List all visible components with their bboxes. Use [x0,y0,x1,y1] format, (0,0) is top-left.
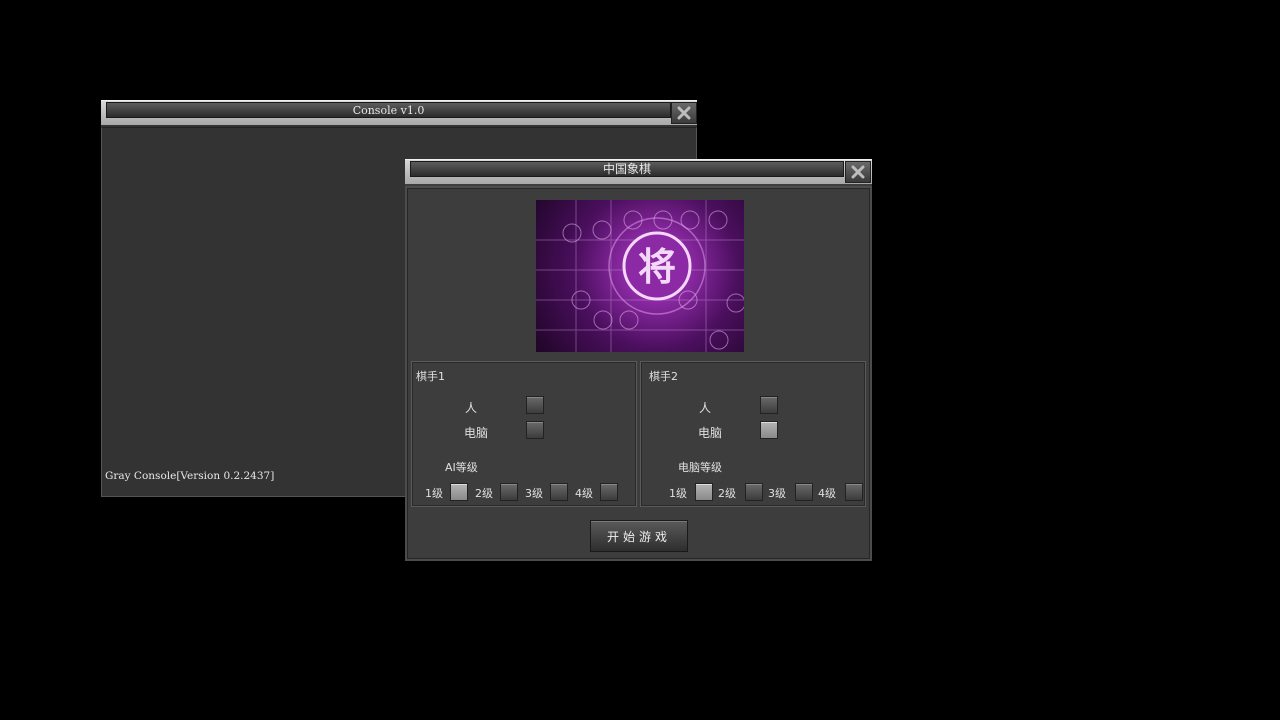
player2-level2-label: 2级 [718,487,736,500]
player1-human-label: 人 [465,401,478,415]
start-game-button[interactable]: 开始游戏 [590,520,688,552]
close-x-icon [677,106,691,120]
chess-dialog-body: 将 棋手1 人 电脑 AI等级 1级 2级 3级 4级 棋手2 人 电脑 电脑等… [405,186,872,561]
player2-level3-checkbox[interactable] [795,483,813,501]
player1-computer-label: 电脑 [464,426,489,440]
player1-level4-checkbox[interactable] [600,483,618,501]
player1-level2-label: 2级 [475,487,493,500]
chess-window: 中国象棋 将 棋手1 人 电脑 AI等级 1级 2级 3级 4级 棋手2 人 电… [405,159,872,561]
console-close-button[interactable] [671,102,697,124]
chess-logo-image: 将 [536,200,744,352]
player1-level3-label: 3级 [525,487,543,500]
player2-level-title: 电脑等级 [678,461,722,474]
player2-level4-checkbox[interactable] [845,483,863,501]
chess-title-strip: 中国象棋 [410,161,844,177]
logo-glyph: 将 [638,245,676,289]
player1-computer-checkbox[interactable] [526,421,544,439]
player1-panel: 棋手1 人 电脑 AI等级 1级 2级 3级 4级 [411,361,637,507]
player1-human-checkbox[interactable] [526,396,544,414]
player2-panel: 棋手2 人 电脑 电脑等级 1级 2级 3级 4级 [640,361,866,507]
console-title: Console v1.0 [352,104,425,117]
player2-level1-checkbox[interactable] [695,483,713,501]
player1-title: 棋手1 [416,370,445,383]
chess-title-bar[interactable]: 中国象棋 [405,159,872,184]
chess-close-button[interactable] [845,161,871,183]
player1-level-title: AI等级 [445,461,478,474]
player1-level1-label: 1级 [425,487,443,500]
console-output-line: Gray Console[Version 0.2.2437] [105,470,275,482]
player2-computer-label: 电脑 [698,426,723,440]
player2-level3-label: 3级 [768,487,786,500]
close-x-icon [851,165,865,179]
player2-computer-checkbox[interactable] [760,421,778,439]
player2-level4-label: 4级 [818,487,836,500]
player1-level3-checkbox[interactable] [550,483,568,501]
player1-level4-label: 4级 [575,487,593,500]
chess-title: 中国象棋 [602,162,651,176]
console-title-strip: Console v1.0 [106,102,671,118]
player2-human-checkbox[interactable] [760,396,778,414]
player2-level2-checkbox[interactable] [745,483,763,501]
player2-human-label: 人 [699,401,712,415]
player2-title: 棋手2 [649,370,678,383]
console-title-bar[interactable]: Console v1.0 [101,100,697,125]
chess-pieces-graphic: 将 [536,200,744,352]
player1-level2-checkbox[interactable] [500,483,518,501]
player1-level1-checkbox[interactable] [450,483,468,501]
player2-level1-label: 1级 [669,487,687,500]
